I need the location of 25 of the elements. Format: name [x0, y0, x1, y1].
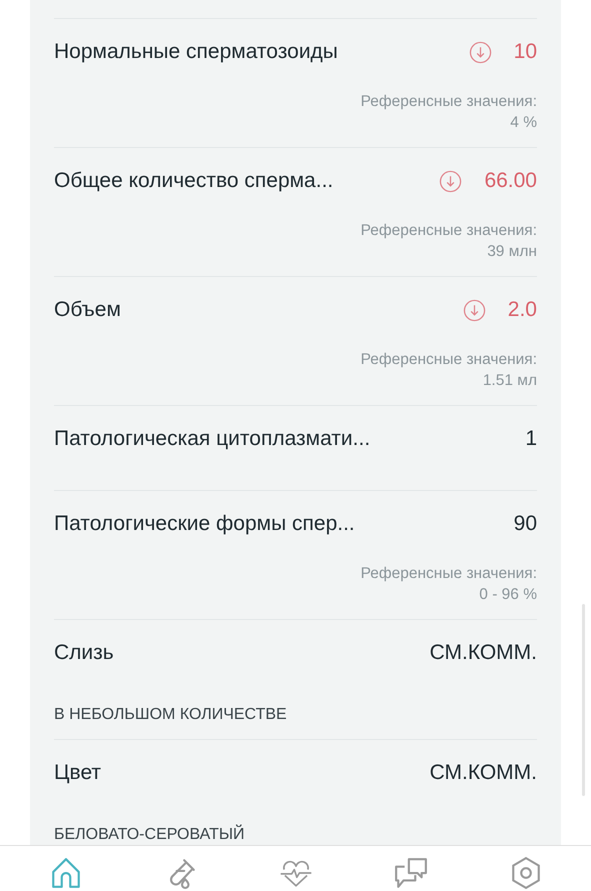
result-name: Патологические формы спер...: [54, 512, 356, 536]
result-value: 10: [514, 40, 537, 64]
result-value: 66.00: [484, 169, 537, 193]
result-name: Патологическая цитоплазмати...: [54, 427, 372, 451]
result-value: 90: [514, 512, 537, 536]
result-value: 1: [525, 427, 537, 451]
result-name: Слизь: [54, 641, 115, 665]
reference-value: 4 %: [510, 113, 537, 133]
result-value: СМ.КОММ.: [430, 761, 537, 785]
reference-value: 0 - 96 %: [479, 585, 537, 605]
reference-label: Референсные значения:: [360, 92, 537, 112]
comment-text: В НЕБОЛЬШОМ КОЛИЧЕСТВЕ: [54, 705, 288, 725]
reference-value: 1.51 мл: [482, 371, 537, 391]
reference-label: Референсные значения:: [360, 564, 537, 584]
reference-label: Референсные значения:: [360, 350, 537, 370]
comment-text: БЕЛОВАТО-СЕРОВАТЫЙ: [54, 825, 246, 845]
result-name: Объем: [54, 298, 122, 322]
result-name: Нормальные сперматозоиды: [54, 40, 339, 64]
reference-value: 39 млн: [487, 242, 537, 262]
chat-bubbles-icon[interactable]: [394, 856, 428, 890]
result-value: 2.0: [508, 298, 537, 322]
result-value: СМ.КОММ.: [430, 641, 537, 665]
reference-label: Референсные значения:: [360, 221, 537, 241]
result-name: Общее количество сперма...: [54, 169, 334, 193]
result-name: Цвет: [54, 761, 102, 785]
